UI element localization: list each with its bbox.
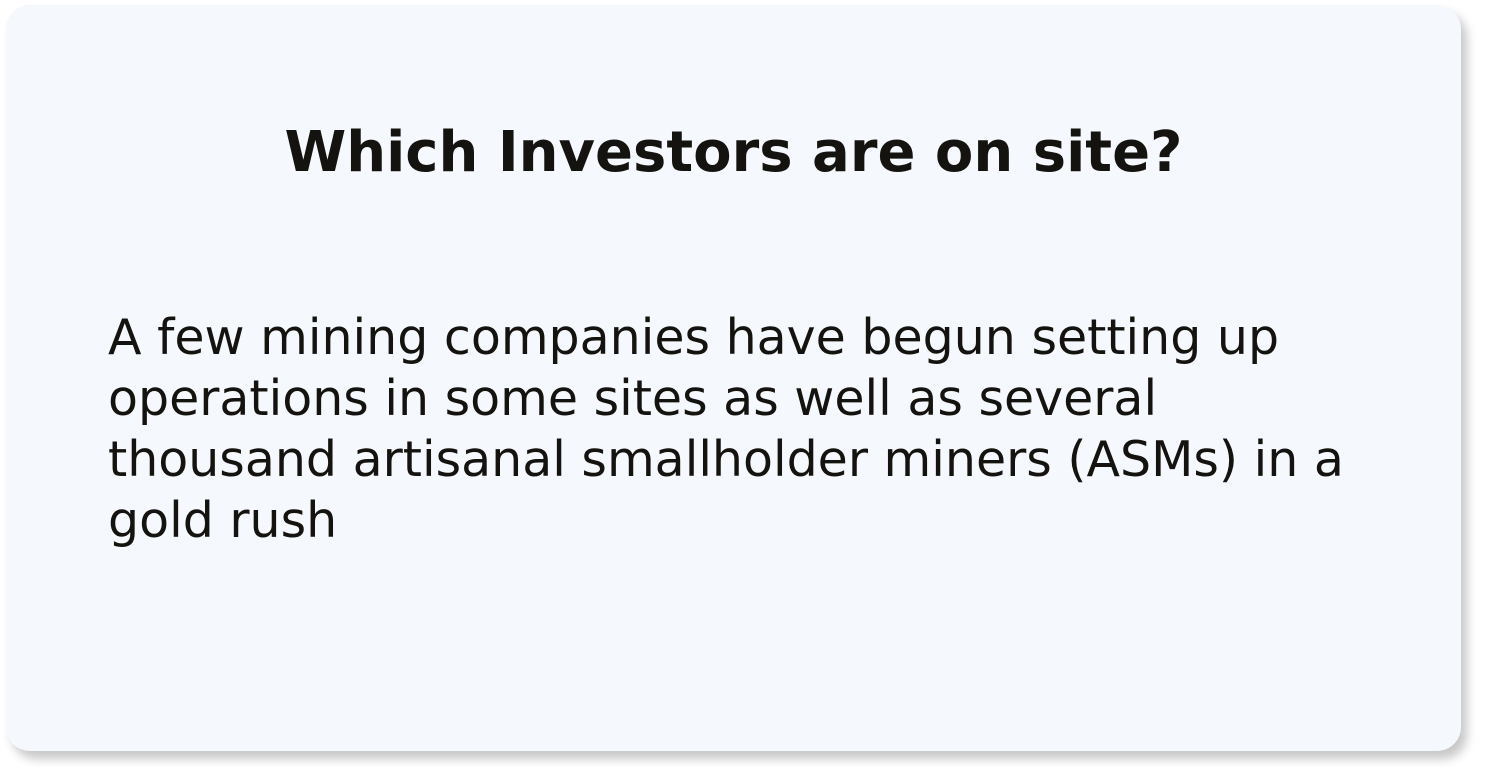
card-body-text: A few mining companies have begun settin… bbox=[108, 309, 1344, 549]
page: Which Investors are on site? A few minin… bbox=[0, 0, 1486, 777]
info-card: Which Investors are on site? A few minin… bbox=[6, 5, 1461, 751]
card-title: Which Investors are on site? bbox=[284, 120, 1183, 185]
